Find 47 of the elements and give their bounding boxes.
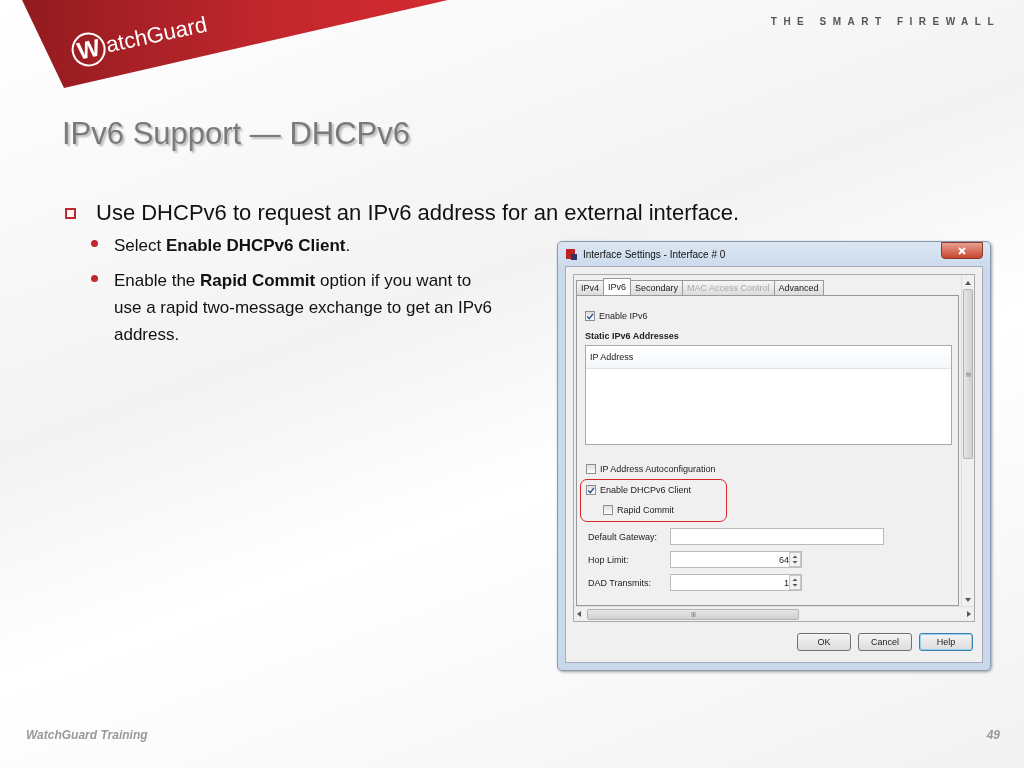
spin-buttons[interactable]	[789, 552, 801, 567]
section-heading: Static IPv6 Addresses	[585, 331, 680, 341]
checkbox[interactable]	[585, 311, 595, 321]
close-button[interactable]	[941, 242, 983, 259]
tab[interactable]: Advanced	[773, 280, 824, 295]
horizontal-scrollbar[interactable]	[574, 606, 974, 621]
bullet-icon	[91, 275, 98, 282]
field-label: Default Gateway:	[588, 531, 659, 542]
tab[interactable]: IPv6	[603, 278, 632, 295]
scroll-up-icon[interactable]	[965, 281, 971, 285]
scroll-right-icon[interactable]	[967, 611, 971, 617]
scroll-down-icon[interactable]	[965, 598, 971, 602]
input-field[interactable]	[670, 528, 884, 545]
app-icon	[565, 247, 578, 261]
close-icon	[958, 246, 966, 255]
tab[interactable]: IPv4	[576, 280, 604, 295]
number-field[interactable]: 64	[670, 551, 802, 568]
bullet-text: Enable the Rapid Commit option if you want to use a rapid two-message exchange to get an IPv6 address.	[114, 270, 493, 346]
spin-buttons[interactable]	[789, 575, 801, 590]
grip-icon	[690, 611, 696, 617]
checkbox[interactable]	[603, 505, 613, 515]
grip-icon	[965, 371, 971, 377]
tab[interactable]: Secondary	[630, 280, 684, 295]
window-title: Interface Settings - Interface # 0	[583, 248, 726, 260]
column-header: IP Address	[590, 352, 634, 362]
field-label: Hop Limit:	[588, 554, 630, 565]
vertical-scrollbar[interactable]	[961, 275, 974, 606]
tagline: THE SMART FIREWALL	[770, 16, 1000, 27]
checkbox[interactable]	[586, 464, 596, 474]
slide-title: IPv6 Support — DHCPv6	[62, 116, 411, 152]
checkbox-label: Enable IPv6	[599, 311, 648, 321]
page-number: 49	[986, 728, 1000, 742]
bullet-icon	[91, 240, 98, 247]
dialog-button[interactable]: OK	[797, 633, 851, 651]
bullet-icon	[65, 207, 76, 219]
dialog-button[interactable]: Cancel	[858, 633, 912, 651]
number-field[interactable]: 1	[670, 574, 802, 591]
checkbox-label: Enable DHCPv6 Client	[600, 485, 692, 495]
checkbox-label: IP Address Autoconfiguration	[600, 464, 716, 474]
dialog-button[interactable]: Help	[919, 633, 973, 651]
bullet-text: Use DHCPv6 to request an IPv6 address for an external interface.	[96, 200, 740, 226]
checkbox[interactable]	[586, 485, 596, 495]
field-label: DAD Transmits:	[588, 577, 652, 588]
bullet-text: Select Enable DHCPv6 Client.	[114, 235, 351, 257]
footer-text: WatchGuard Training	[26, 728, 148, 742]
scroll-left-icon[interactable]	[577, 611, 581, 617]
checkbox-label: Rapid Commit	[617, 505, 674, 515]
